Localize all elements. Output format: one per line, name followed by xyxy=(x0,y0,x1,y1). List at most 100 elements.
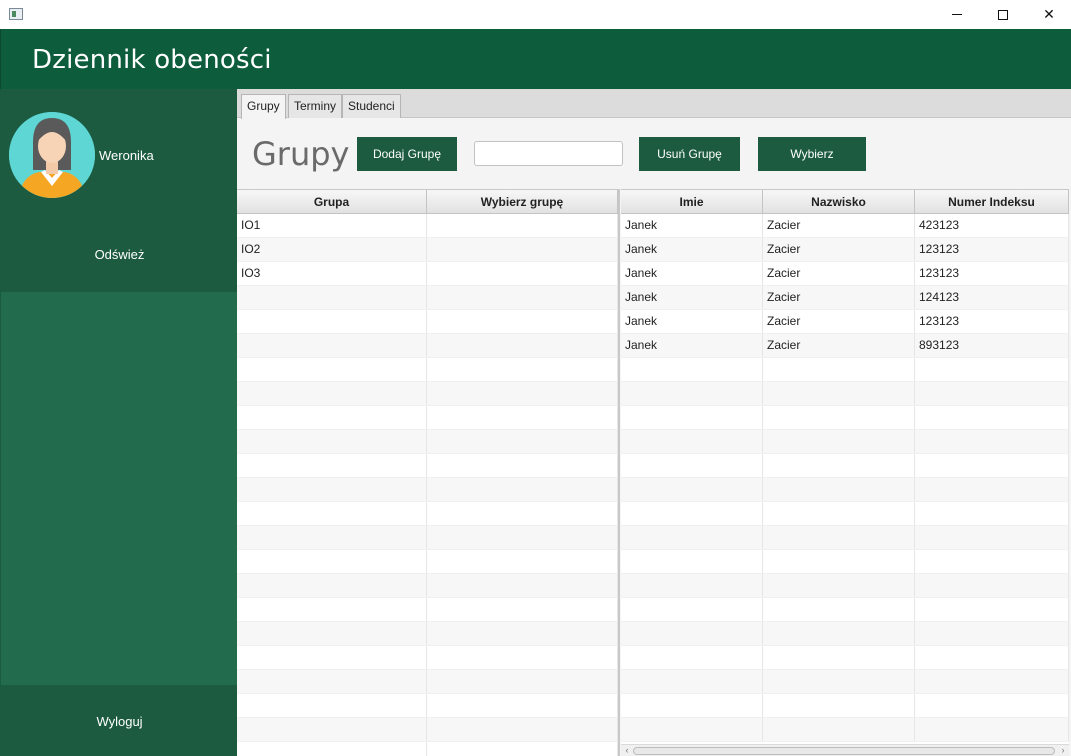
table-cell[interactable]: 124123 xyxy=(915,286,1069,309)
maximize-button[interactable] xyxy=(980,0,1026,29)
table-row[interactable] xyxy=(621,526,1069,550)
table-cell[interactable] xyxy=(621,358,763,381)
table-row[interactable] xyxy=(621,382,1069,406)
table-cell[interactable] xyxy=(237,334,427,357)
table-cell[interactable]: Zacier xyxy=(763,262,915,285)
table-row[interactable] xyxy=(621,502,1069,526)
scroll-right-icon[interactable]: › xyxy=(1057,745,1069,756)
table-cell[interactable]: Janek xyxy=(621,214,763,237)
table-cell[interactable] xyxy=(427,238,618,261)
table-cell[interactable]: 123123 xyxy=(915,262,1069,285)
table-cell[interactable] xyxy=(621,598,763,621)
table-cell[interactable] xyxy=(237,358,427,381)
table-cell[interactable] xyxy=(763,358,915,381)
table-row[interactable]: Janek Zacier 123123 xyxy=(621,262,1069,286)
close-button[interactable]: ✕ xyxy=(1026,0,1071,29)
table-cell[interactable] xyxy=(621,454,763,477)
table-cell[interactable]: 123123 xyxy=(915,310,1069,333)
table-cell[interactable]: Janek xyxy=(621,262,763,285)
table-cell[interactable] xyxy=(763,406,915,429)
table-cell[interactable] xyxy=(915,622,1069,645)
table-cell[interactable] xyxy=(427,406,618,429)
table-cell[interactable] xyxy=(621,382,763,405)
table-row[interactable]: Janek Zacier 124123 xyxy=(621,286,1069,310)
table-row[interactable] xyxy=(237,382,618,406)
table-cell[interactable] xyxy=(915,430,1069,453)
table-cell[interactable] xyxy=(915,478,1069,501)
table-cell[interactable] xyxy=(621,670,763,693)
table-cell[interactable] xyxy=(237,454,427,477)
table-row[interactable] xyxy=(237,406,618,430)
table-cell[interactable] xyxy=(427,334,618,357)
table-cell[interactable]: Janek xyxy=(621,334,763,357)
column-header-grupa[interactable]: Grupa xyxy=(237,190,427,213)
table-cell[interactable] xyxy=(237,478,427,501)
table-cell[interactable] xyxy=(237,646,427,669)
table-cell[interactable] xyxy=(427,214,618,237)
table-cell[interactable]: 423123 xyxy=(915,214,1069,237)
table-cell[interactable] xyxy=(915,382,1069,405)
table-cell[interactable]: 893123 xyxy=(915,334,1069,357)
table-cell[interactable]: IO3 xyxy=(237,262,427,285)
table-row[interactable] xyxy=(237,478,618,502)
table-cell[interactable] xyxy=(237,502,427,525)
table-cell[interactable] xyxy=(915,502,1069,525)
table-cell[interactable] xyxy=(427,478,618,501)
table-cell[interactable] xyxy=(915,598,1069,621)
table-cell[interactable] xyxy=(763,622,915,645)
table-cell[interactable] xyxy=(427,694,618,717)
table-row[interactable] xyxy=(621,550,1069,574)
table-row[interactable] xyxy=(237,454,618,478)
table-cell[interactable] xyxy=(915,694,1069,717)
table-cell[interactable] xyxy=(763,646,915,669)
table-cell[interactable] xyxy=(763,670,915,693)
table-cell[interactable]: Janek xyxy=(621,238,763,261)
table-row[interactable] xyxy=(621,646,1069,670)
column-header-wybierz-grupe[interactable]: Wybierz grupę xyxy=(427,190,618,213)
table-row[interactable] xyxy=(237,598,618,622)
table-cell[interactable] xyxy=(427,502,618,525)
table-cell[interactable] xyxy=(763,598,915,621)
table-row[interactable] xyxy=(237,430,618,454)
table-row[interactable] xyxy=(237,574,618,598)
table-cell[interactable]: Zacier xyxy=(763,286,915,309)
table-row[interactable] xyxy=(237,622,618,646)
table-cell[interactable] xyxy=(621,550,763,573)
table-cell[interactable] xyxy=(915,670,1069,693)
table-row[interactable] xyxy=(621,574,1069,598)
table-row[interactable] xyxy=(237,334,618,358)
table-cell[interactable] xyxy=(427,718,618,741)
table-cell[interactable] xyxy=(621,406,763,429)
table-cell[interactable] xyxy=(763,454,915,477)
horizontal-scrollbar[interactable]: ‹ › xyxy=(621,744,1069,756)
table-row[interactable]: IO3 xyxy=(237,262,618,286)
table-cell[interactable] xyxy=(237,382,427,405)
table-cell[interactable] xyxy=(763,718,915,741)
table-cell[interactable] xyxy=(763,526,915,549)
table-cell[interactable]: IO2 xyxy=(237,238,427,261)
table-cell[interactable] xyxy=(237,310,427,333)
table-cell[interactable] xyxy=(237,430,427,453)
table-cell[interactable] xyxy=(427,670,618,693)
tab-terminy[interactable]: Terminy xyxy=(288,94,343,118)
tab-studenci[interactable]: Studenci xyxy=(342,94,401,118)
logout-button[interactable]: Wyloguj xyxy=(1,711,238,733)
table-row[interactable] xyxy=(621,406,1069,430)
table-cell[interactable] xyxy=(763,382,915,405)
table-row[interactable] xyxy=(621,598,1069,622)
table-cell[interactable] xyxy=(621,574,763,597)
table-cell[interactable] xyxy=(915,358,1069,381)
add-group-button[interactable]: Dodaj Grupę xyxy=(357,137,457,171)
tab-grupy[interactable]: Grupy xyxy=(241,94,286,119)
table-row[interactable]: Janek Zacier 423123 xyxy=(621,214,1069,238)
group-name-input[interactable] xyxy=(474,141,623,166)
table-row[interactable] xyxy=(621,670,1069,694)
table-row[interactable] xyxy=(621,622,1069,646)
table-row[interactable] xyxy=(237,526,618,550)
table-cell[interactable] xyxy=(427,358,618,381)
table-cell[interactable]: Zacier xyxy=(763,214,915,237)
table-row[interactable] xyxy=(237,310,618,334)
table-cell[interactable] xyxy=(237,574,427,597)
table-row[interactable] xyxy=(621,478,1069,502)
table-cell[interactable] xyxy=(427,526,618,549)
